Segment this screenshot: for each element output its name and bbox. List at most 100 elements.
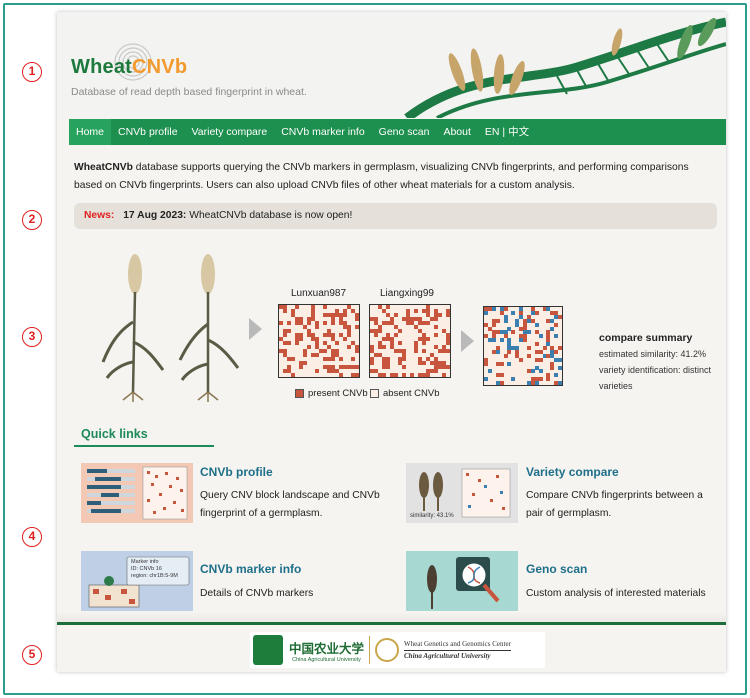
heatmap-cell xyxy=(394,373,398,377)
nav-language-toggle[interactable]: EN | 中文 xyxy=(478,119,536,145)
marker-info-card: Marker info ID: CNVb 16 region: chr1B:5-… xyxy=(131,559,178,579)
card-cnvb-profile-title[interactable]: CNVb profile xyxy=(200,465,273,479)
heatmap-cell xyxy=(283,333,287,337)
fingerprint-demo: Lunxuan987 Liangxing99 present CNVb abse… xyxy=(87,242,726,422)
heatmap-cell xyxy=(446,313,450,317)
arrow-icon xyxy=(461,330,474,352)
main-nav: Home CNVb profile Variety compare CNVb m… xyxy=(69,119,726,145)
card-variety-compare-title[interactable]: Variety compare xyxy=(526,465,619,479)
heatmap-cell xyxy=(323,321,327,325)
heatmap-cell xyxy=(343,337,347,341)
heatmap-cell xyxy=(438,313,442,317)
heatmap-cell xyxy=(347,345,351,349)
heatmap-cell xyxy=(495,318,500,323)
footer-divider xyxy=(57,622,726,625)
summary-identification: variety identification: distinct varieti… xyxy=(599,365,712,391)
callout-5: 5 xyxy=(22,645,42,665)
heatmap-cell xyxy=(511,330,516,335)
heatmap-cell xyxy=(511,377,516,382)
nav-geno-scan[interactable]: Geno scan xyxy=(372,119,437,145)
heatmap-cell xyxy=(287,329,291,333)
heatmap-cell xyxy=(446,349,450,353)
heatmap-cell xyxy=(542,346,547,350)
heatmap-cell xyxy=(283,309,287,313)
nav-about[interactable]: About xyxy=(436,119,477,145)
heatmap-cell xyxy=(355,325,359,329)
quick-links-title: Quick links xyxy=(81,427,148,441)
card-geno-scan-desc: Custom analysis of interested materials xyxy=(526,588,706,599)
nav-variety-compare[interactable]: Variety compare xyxy=(185,119,275,145)
heatmap-cell xyxy=(526,346,531,350)
heatmap-cell xyxy=(386,305,390,309)
heatmap-cell xyxy=(315,353,319,357)
heatmap-cell xyxy=(355,349,359,353)
heatmap-cell xyxy=(538,357,543,362)
heatmap-cell xyxy=(484,310,488,315)
heatmap-cell xyxy=(426,337,430,341)
heatmap-cell xyxy=(554,322,559,327)
heatmap-cell xyxy=(398,329,402,333)
heatmap-cell xyxy=(299,337,303,341)
nav-cnvb-profile[interactable]: CNVb profile xyxy=(111,119,185,145)
news-label: News: xyxy=(84,210,115,221)
heatmap-cell xyxy=(295,341,299,345)
heatmap-cell xyxy=(523,338,527,343)
intro-text: database supports querying the CNVb mark… xyxy=(74,162,689,191)
cnvb-profile-thumbnail[interactable] xyxy=(81,463,193,523)
heatmap-cell xyxy=(558,381,562,385)
fingerprint-heatmap-a xyxy=(278,304,360,378)
card-cnvb-marker-info-title[interactable]: CNVb marker info xyxy=(200,562,301,576)
heatmap-cell xyxy=(434,333,438,337)
site-logo[interactable]: WheatCNVb xyxy=(71,56,187,79)
variety-compare-thumbnail[interactable]: similarity: 43.1% xyxy=(406,463,518,523)
heatmap-cell xyxy=(410,373,414,377)
heatmap-cell xyxy=(323,305,327,309)
heatmap-cell xyxy=(374,333,378,337)
heatmap-cell xyxy=(386,365,390,369)
intro-name: WheatCNVb xyxy=(74,162,133,173)
wheat-dna-banner-image xyxy=(404,17,726,118)
heatmap-cell xyxy=(398,341,402,345)
nav-cnvb-marker-info[interactable]: CNVb marker info xyxy=(274,119,371,145)
heatmap-cell xyxy=(378,329,382,333)
variety-a-label: Lunxuan987 xyxy=(291,288,347,299)
callout-2: 2 xyxy=(22,210,42,230)
card-geno-scan-title[interactable]: Geno scan xyxy=(526,562,587,576)
callout-3: 3 xyxy=(22,327,42,347)
cau-logo[interactable]: 中国农业大学 China Agricultural University xyxy=(289,638,364,663)
geno-scan-thumbnail[interactable] xyxy=(406,551,518,611)
heatmap-cell xyxy=(426,321,430,325)
heatmap-cell xyxy=(315,325,319,329)
footer-fade xyxy=(57,612,726,622)
site-tagline: Database of read depth based fingerprint… xyxy=(71,86,307,98)
site-header: WheatCNVb Database of read depth based f… xyxy=(57,12,726,118)
variety-b-label: Liangxing99 xyxy=(380,288,434,299)
heatmap-cell xyxy=(355,317,359,321)
callout-1: 1 xyxy=(22,62,42,82)
webpage: WheatCNVb Database of read depth based f… xyxy=(57,12,726,672)
heatmap-cell xyxy=(339,357,343,361)
heatmap-cell xyxy=(434,325,438,329)
heatmap-cell xyxy=(499,373,504,378)
cau-emblem-icon xyxy=(253,635,283,665)
heatmap-cell xyxy=(526,353,531,358)
card-variety-compare-desc: Compare CNVb fingerprints between a pair… xyxy=(526,490,703,519)
heatmap-cell xyxy=(299,365,303,369)
nav-home[interactable]: Home xyxy=(69,119,112,145)
cnvb-marker-info-thumbnail[interactable]: Marker info ID: CNVb 16 region: chr1B:5-… xyxy=(81,551,193,611)
heatmap-cell xyxy=(394,333,398,337)
heatmap-cell xyxy=(307,345,311,349)
heatmap-cell xyxy=(422,349,426,353)
heatmap-cell xyxy=(402,357,406,361)
heatmap-cell xyxy=(558,365,562,370)
heatmap-cell xyxy=(339,373,343,377)
logo-divider xyxy=(369,636,371,664)
heatmap-cell xyxy=(538,369,543,374)
heatmap-cell xyxy=(519,357,524,362)
heatmap-cell xyxy=(315,369,319,373)
footer-logos: 中国农业大学 China Agricultural University Whe… xyxy=(250,632,545,668)
heatmap-cell xyxy=(558,346,562,350)
wgg-logo[interactable]: Wheat Genetics and Genomics Center China… xyxy=(404,640,511,660)
heatmap-cell xyxy=(558,357,562,362)
heatmap-cell xyxy=(526,330,531,335)
